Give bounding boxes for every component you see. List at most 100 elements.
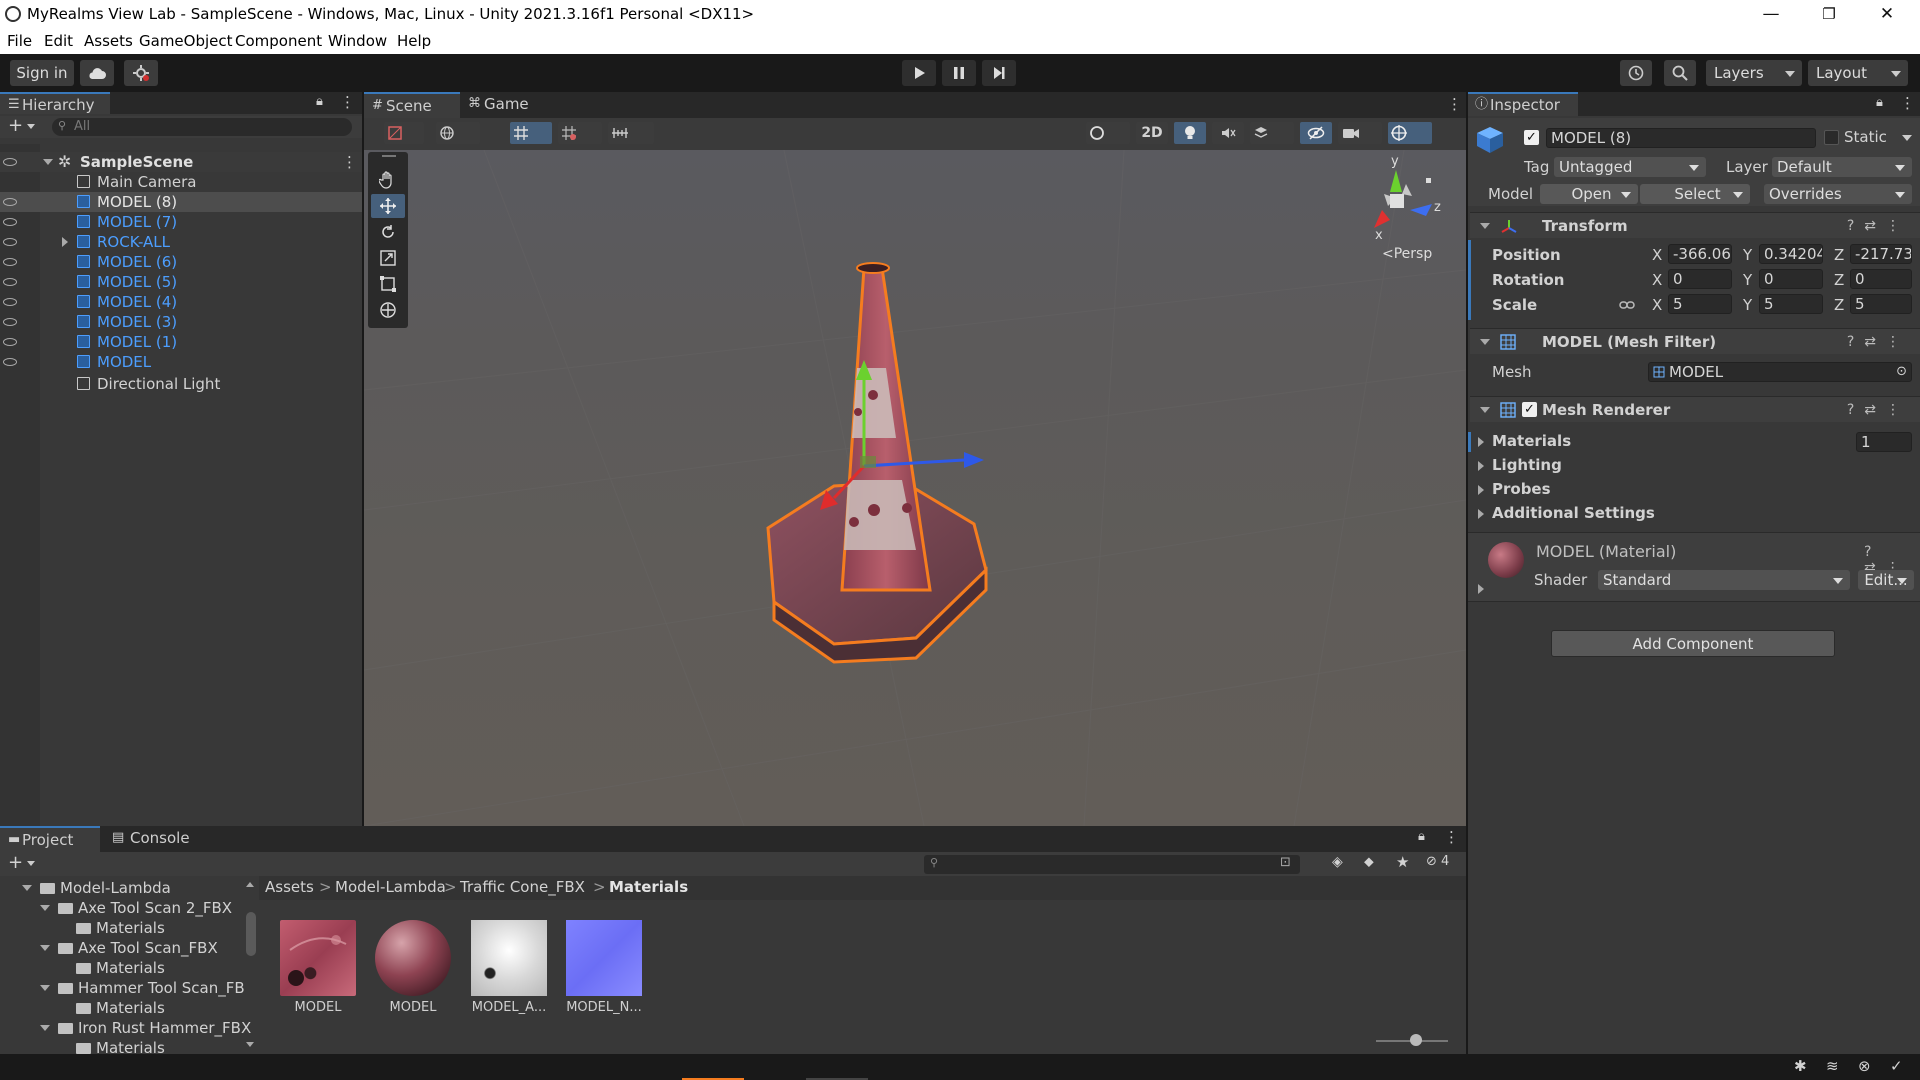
add-icon[interactable]: +	[8, 116, 23, 136]
scale-tool-button[interactable]	[371, 246, 405, 270]
probes-foldout[interactable]: Probes	[1492, 480, 1551, 498]
ao-map-thumbnail[interactable]	[471, 920, 547, 996]
layers-dropdown[interactable]: Layers	[1706, 60, 1802, 86]
align-button[interactable]	[608, 122, 654, 144]
material-thumbnail[interactable]	[375, 920, 451, 996]
foldout-arrow[interactable]	[40, 1025, 50, 1031]
mesh-filter-header[interactable]: MODEL (Mesh Filter) ?⇄⋮	[1470, 328, 1920, 354]
hidden-eye-icon[interactable]	[3, 318, 17, 326]
hidden-eye-icon[interactable]	[3, 298, 17, 306]
hidden-eye-icon[interactable]	[3, 218, 17, 226]
select-prefab-button[interactable]: Select	[1640, 184, 1750, 204]
open-prefab-button[interactable]: Open	[1540, 184, 1638, 204]
hierarchy-item[interactable]: Main Camera	[0, 172, 362, 192]
object-name-field[interactable]: MODEL (8)	[1546, 128, 1816, 148]
more-options-icon[interactable]: ⋮	[1444, 828, 1459, 846]
foldout-arrow[interactable]	[1480, 223, 1490, 229]
orientation-gizmo[interactable]: y z x <Persp	[1354, 154, 1454, 268]
more-options-icon[interactable]: ⋮	[1900, 94, 1915, 112]
hidden-packages-toggle[interactable]: ⊘ 4	[1426, 854, 1449, 869]
tab-console[interactable]: ▤ Console	[108, 826, 198, 852]
help-icon[interactable]: ?	[1847, 402, 1864, 418]
more-options-icon[interactable]: ⋮	[1886, 334, 1910, 350]
tree-scrollbar-thumb[interactable]	[246, 912, 256, 956]
draw-mode-button[interactable]	[384, 122, 424, 144]
mesh-renderer-enabled-checkbox[interactable]: ✓	[1522, 402, 1537, 417]
link-icon[interactable]	[1619, 298, 1635, 312]
asset-thumbnail[interactable]	[280, 920, 356, 996]
layer-dropdown[interactable]: Default	[1772, 157, 1912, 177]
chevron-down-icon[interactable]	[27, 861, 35, 866]
mesh-renderer-header[interactable]: ✓ Mesh Renderer ?⇄⋮	[1470, 396, 1920, 422]
more-options-icon[interactable]: ⋮	[340, 93, 355, 111]
overrides-dropdown[interactable]: Overrides	[1764, 184, 1912, 204]
pause-button[interactable]	[942, 60, 976, 86]
project-folder-item[interactable]: Model-Lambda	[60, 878, 171, 898]
hierarchy-item[interactable]: MODEL (7)	[0, 212, 362, 232]
step-button[interactable]	[982, 60, 1016, 86]
foldout-arrow[interactable]	[1478, 509, 1484, 519]
active-checkbox[interactable]: ✓	[1524, 130, 1539, 145]
more-options-icon[interactable]: ⋮	[1886, 402, 1910, 418]
tab-hierarchy[interactable]: ☰ Hierarchy	[0, 92, 110, 114]
project-folder-item[interactable]: Axe Tool Scan_FBX	[78, 938, 218, 958]
cache-server-icon[interactable]: ≋	[1826, 1057, 1839, 1075]
chevron-down-icon[interactable]	[27, 124, 35, 129]
materials-count-field[interactable]: 1	[1856, 432, 1912, 452]
audio-toggle-button[interactable]	[1212, 122, 1244, 144]
project-folder-item[interactable]: Axe Tool Scan 2_FBX	[78, 898, 232, 918]
lighting-foldout[interactable]: Lighting	[1492, 456, 1562, 474]
static-checkbox[interactable]	[1824, 130, 1839, 145]
sign-in-button[interactable]: Sign in	[10, 60, 74, 86]
hierarchy-item[interactable]: MODEL (4)	[0, 292, 362, 312]
tag-dropdown[interactable]: Untagged	[1554, 157, 1706, 177]
scroll-down-icon[interactable]	[246, 1042, 254, 1047]
breadcrumb-assets[interactable]: Assets	[265, 878, 314, 896]
project-folder-item[interactable]: Materials	[96, 998, 165, 1018]
breadcrumb-model-lambda[interactable]: Model-Lambda	[335, 878, 446, 896]
tab-game[interactable]: ⌘ Game	[462, 92, 542, 118]
foldout-arrow[interactable]	[62, 237, 68, 247]
hidden-eye-icon[interactable]	[3, 278, 17, 286]
additional-settings-foldout[interactable]: Additional Settings	[1492, 504, 1655, 522]
eye-icon[interactable]	[3, 158, 17, 166]
hierarchy-item[interactable]: MODEL	[0, 352, 362, 372]
add-component-button[interactable]: Add Component	[1551, 630, 1835, 657]
filter-by-type-icon[interactable]: ◈	[1332, 854, 1343, 870]
hierarchy-item[interactable]: MODEL (8)	[0, 192, 362, 212]
menu-file[interactable]: File	[7, 32, 32, 50]
preset-icon[interactable]: ⇄	[1864, 334, 1886, 350]
menu-edit[interactable]: Edit	[44, 32, 73, 50]
scene-viewport[interactable]: y z x <Persp	[364, 150, 1466, 826]
lighting-bake-icon[interactable]: ⊗	[1858, 1057, 1871, 1075]
gizmos-button[interactable]	[1388, 122, 1432, 144]
drag-handle[interactable]	[382, 155, 396, 157]
search-button[interactable]	[1664, 60, 1696, 86]
project-folder-item[interactable]: Materials	[96, 958, 165, 978]
toggle-2d-button[interactable]: 2D	[1136, 122, 1168, 144]
hierarchy-item[interactable]: Directional Light	[0, 374, 362, 394]
more-options-icon[interactable]: ⋮	[1447, 95, 1462, 113]
add-icon[interactable]: +	[8, 852, 23, 874]
foldout-arrow[interactable]	[22, 885, 32, 891]
help-icon[interactable]: ?	[1847, 218, 1864, 234]
more-options-icon[interactable]: ⋮	[1886, 218, 1910, 234]
preset-icon[interactable]: ⇄	[1864, 218, 1886, 234]
normal-map-thumbnail[interactable]	[566, 920, 642, 996]
history-button[interactable]	[1620, 60, 1652, 86]
foldout-arrow[interactable]	[40, 905, 50, 911]
menu-component[interactable]: Component	[235, 32, 322, 50]
tab-project[interactable]: ▬ Project	[0, 826, 100, 852]
static-chevron-down-icon[interactable]	[1902, 135, 1912, 141]
scale-z-field[interactable]: 5	[1850, 294, 1912, 314]
more-options-icon[interactable]: ⋮	[342, 152, 357, 172]
move-tool-button[interactable]	[371, 194, 405, 218]
rotation-y-field[interactable]: 0	[1759, 269, 1823, 289]
foldout-arrow[interactable]	[40, 985, 50, 991]
grid-snap-button[interactable]	[510, 122, 552, 144]
position-x-field[interactable]: -366.06	[1668, 244, 1732, 264]
help-icon[interactable]: ?	[1847, 334, 1864, 350]
breadcrumb-traffic-cone[interactable]: Traffic Cone_FBX	[460, 878, 585, 896]
restore-button[interactable]: ❐	[1800, 0, 1858, 30]
hierarchy-item[interactable]: MODEL (5)	[0, 272, 362, 292]
